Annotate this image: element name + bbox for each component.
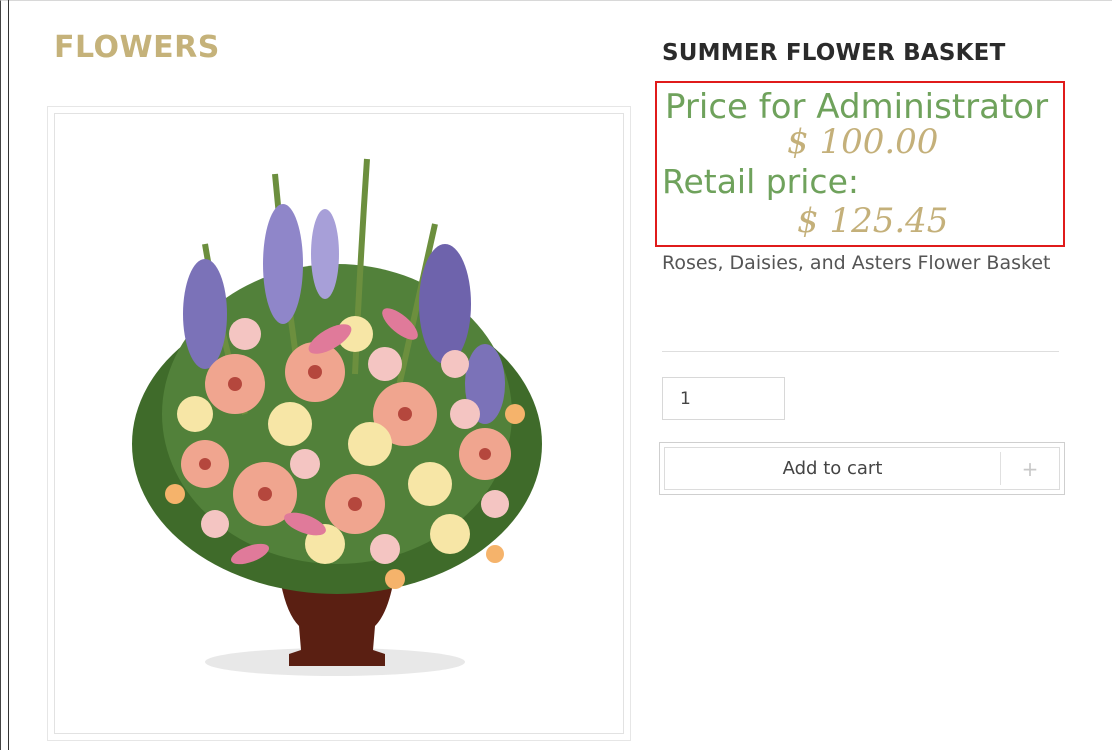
retail-price-value: $ 125.45 — [797, 201, 949, 241]
add-to-cart-button[interactable]: Add to cart + — [664, 447, 1060, 490]
add-to-cart-label: Add to cart — [782, 458, 883, 479]
product-image-frame — [47, 106, 631, 741]
retail-price-label: Retail price: — [662, 162, 859, 201]
price-highlight-box: Price for Administrator $ 100.00 Retail … — [655, 81, 1065, 247]
quantity-input[interactable] — [662, 377, 785, 420]
divider — [662, 351, 1059, 352]
admin-price-value: $ 100.00 — [787, 122, 939, 162]
flower-basket-image — [132, 158, 542, 676]
product-title: SUMMER FLOWER BASKET — [662, 40, 1006, 66]
admin-price-label: Price for Administrator — [665, 87, 1049, 127]
product-description: Roses, Daisies, and Asters Flower Basket — [662, 252, 1051, 274]
category-title: FLOWERS — [54, 30, 220, 65]
add-to-cart-wrapper: Add to cart + — [659, 442, 1065, 495]
product-image[interactable] — [54, 113, 624, 734]
plus-icon[interactable]: + — [1000, 452, 1059, 485]
left-border-line — [8, 0, 9, 750]
